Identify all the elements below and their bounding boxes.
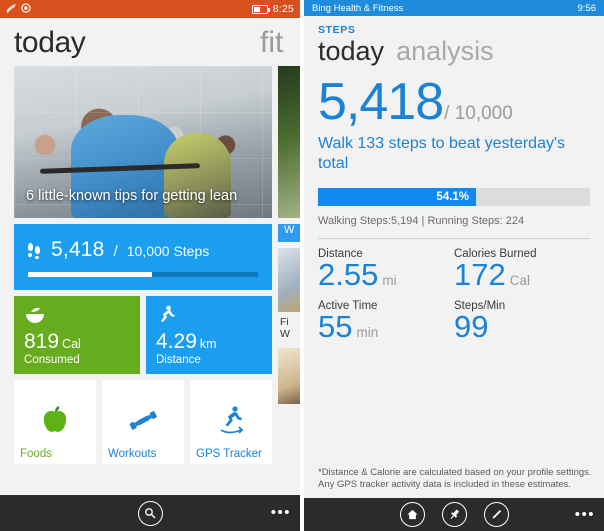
article-hero-tile[interactable]: 6 little-known tips for getting lean xyxy=(14,66,272,218)
metric-calories-burned: Calories Burned 172 Cal xyxy=(454,248,590,292)
right-phone-screen: Bing Health & Fitness 9:56 STEPS today a… xyxy=(304,0,604,531)
metric-active-time: Active Time 55 min xyxy=(318,300,454,344)
side-article-caption: Fi W xyxy=(280,316,290,340)
right-header: STEPS today analysis xyxy=(304,16,604,65)
progress-fill: 54.1% xyxy=(318,187,477,206)
right-status-bar: Bing Health & Fitness 9:56 xyxy=(304,0,604,16)
apple-icon xyxy=(40,404,70,441)
footnote: *Distance & Calorie are calculated based… xyxy=(318,467,594,491)
search-icon[interactable] xyxy=(137,500,163,526)
metric-unit: min xyxy=(356,325,379,341)
footnote-line-1: *Distance & Calorie are calculated based… xyxy=(318,467,592,478)
footsteps-icon xyxy=(28,242,42,259)
status-icons-group xyxy=(6,2,31,16)
quick-tile-gps-tracker[interactable]: GPS Tracker xyxy=(190,380,272,464)
left-phone-screen: 8:25 today fit 6 little-known tips for g xyxy=(0,0,300,531)
steps-breakdown: Walking Steps:5,194 | Running Steps: 224 xyxy=(318,214,525,227)
steps-headline: 5,418 / 10,000 xyxy=(318,73,590,131)
distance-value: 4.29 xyxy=(156,330,197,353)
quick-tile-label-foods: Foods xyxy=(20,448,52,460)
pin-icon[interactable] xyxy=(441,502,467,527)
pivot-item-fit[interactable]: fit xyxy=(260,28,286,58)
steps-goal: 10,000 Steps xyxy=(126,243,210,259)
screenshot-root: 8:25 today fit 6 little-known tips for g xyxy=(0,0,604,531)
steps-count: 5,418 xyxy=(318,73,444,131)
left-pivot-header: today fit xyxy=(0,18,300,66)
steps-separator: / xyxy=(113,243,118,260)
right-app-bar: ••• xyxy=(304,498,604,531)
metric-steps-per-min: Steps/Min 99 xyxy=(454,300,590,344)
steps-message: Walk 133 steps to beat yesterday's total xyxy=(318,134,566,172)
metric-unit: Cal xyxy=(509,272,530,288)
left-side-column: W Fi W xyxy=(278,66,300,464)
metric-distance: Distance 2.55 mi xyxy=(318,248,454,292)
calories-label: Consumed xyxy=(24,354,80,366)
calories-consumed-tile[interactable]: 819 Cal Consumed xyxy=(14,296,140,374)
progress-track: 54.1% xyxy=(318,187,590,206)
quick-tiles-row: Foods Workouts GPS Tracker xyxy=(14,380,272,464)
right-pivot: today analysis xyxy=(318,38,590,65)
metric-tiles-row: 819 Cal Consumed 4.29 km Distance xyxy=(14,296,272,374)
record-icon xyxy=(21,2,31,16)
steps-tile[interactable]: 5,418 / 10,000 Steps xyxy=(14,224,272,290)
pencil-icon[interactable] xyxy=(483,502,509,527)
progress-label: 54.1% xyxy=(436,190,470,203)
left-main-column: 6 little-known tips for getting lean 5,4… xyxy=(14,66,272,464)
metric-unit: mi xyxy=(382,272,397,288)
status-time: 8:25 xyxy=(272,3,294,15)
calories-value: 819 xyxy=(24,330,60,353)
quick-tile-label-workouts: Workouts xyxy=(108,448,157,460)
gps-runner-icon xyxy=(215,405,247,440)
article-caption: 6 little-known tips for getting lean xyxy=(26,188,238,204)
side-article-image-3[interactable] xyxy=(278,348,300,404)
distance-label: Distance xyxy=(156,354,201,366)
pivot-item-today[interactable]: today xyxy=(14,28,86,58)
wifi-icon xyxy=(6,3,17,16)
quick-tile-label-gps: GPS Tracker xyxy=(196,448,262,460)
home-icon[interactable] xyxy=(399,502,425,527)
quick-tile-foods[interactable]: Foods xyxy=(14,380,96,464)
side-article-image-2[interactable] xyxy=(278,248,300,312)
status-time: 9:56 xyxy=(577,2,597,14)
metric-value: 172 xyxy=(454,256,506,292)
metric-value: 2.55 xyxy=(318,256,379,292)
tab-today[interactable]: today xyxy=(318,38,384,65)
battery-icon xyxy=(251,4,270,14)
runner-icon xyxy=(156,305,262,325)
metrics-grid: Distance 2.55 mi Calories Burned 172 Cal… xyxy=(318,248,590,353)
quick-tile-workouts[interactable]: Workouts xyxy=(102,380,184,464)
metric-value: 99 xyxy=(454,309,489,345)
left-app-bar: ••• xyxy=(0,495,300,531)
distance-tile[interactable]: 4.29 km Distance xyxy=(146,296,272,374)
steps-progress-fill xyxy=(28,272,153,277)
steps-goal: / 10,000 xyxy=(444,103,513,124)
steps-value: 5,418 xyxy=(51,238,105,261)
steps-progress-track xyxy=(28,272,258,277)
footnote-line-2: Any GPS tracker activity data is include… xyxy=(318,479,571,490)
left-status-bar: 8:25 xyxy=(0,0,300,18)
side-badge-tile[interactable]: W xyxy=(278,224,300,242)
calories-unit: Cal xyxy=(62,337,81,351)
dumbbell-icon xyxy=(126,405,160,440)
app-title: Bing Health & Fitness xyxy=(312,2,404,14)
divider xyxy=(318,237,590,239)
left-content: 6 little-known tips for getting lean 5,4… xyxy=(0,66,300,531)
tab-analysis[interactable]: analysis xyxy=(396,38,494,65)
page-kicker: STEPS xyxy=(318,24,356,36)
metric-value: 55 xyxy=(318,309,353,345)
food-bowl-icon xyxy=(24,305,130,325)
side-article-image-1[interactable] xyxy=(278,66,300,218)
distance-unit: km xyxy=(199,337,217,351)
right-content: 5,418 / 10,000 Walk 133 steps to beat ye… xyxy=(304,73,604,353)
